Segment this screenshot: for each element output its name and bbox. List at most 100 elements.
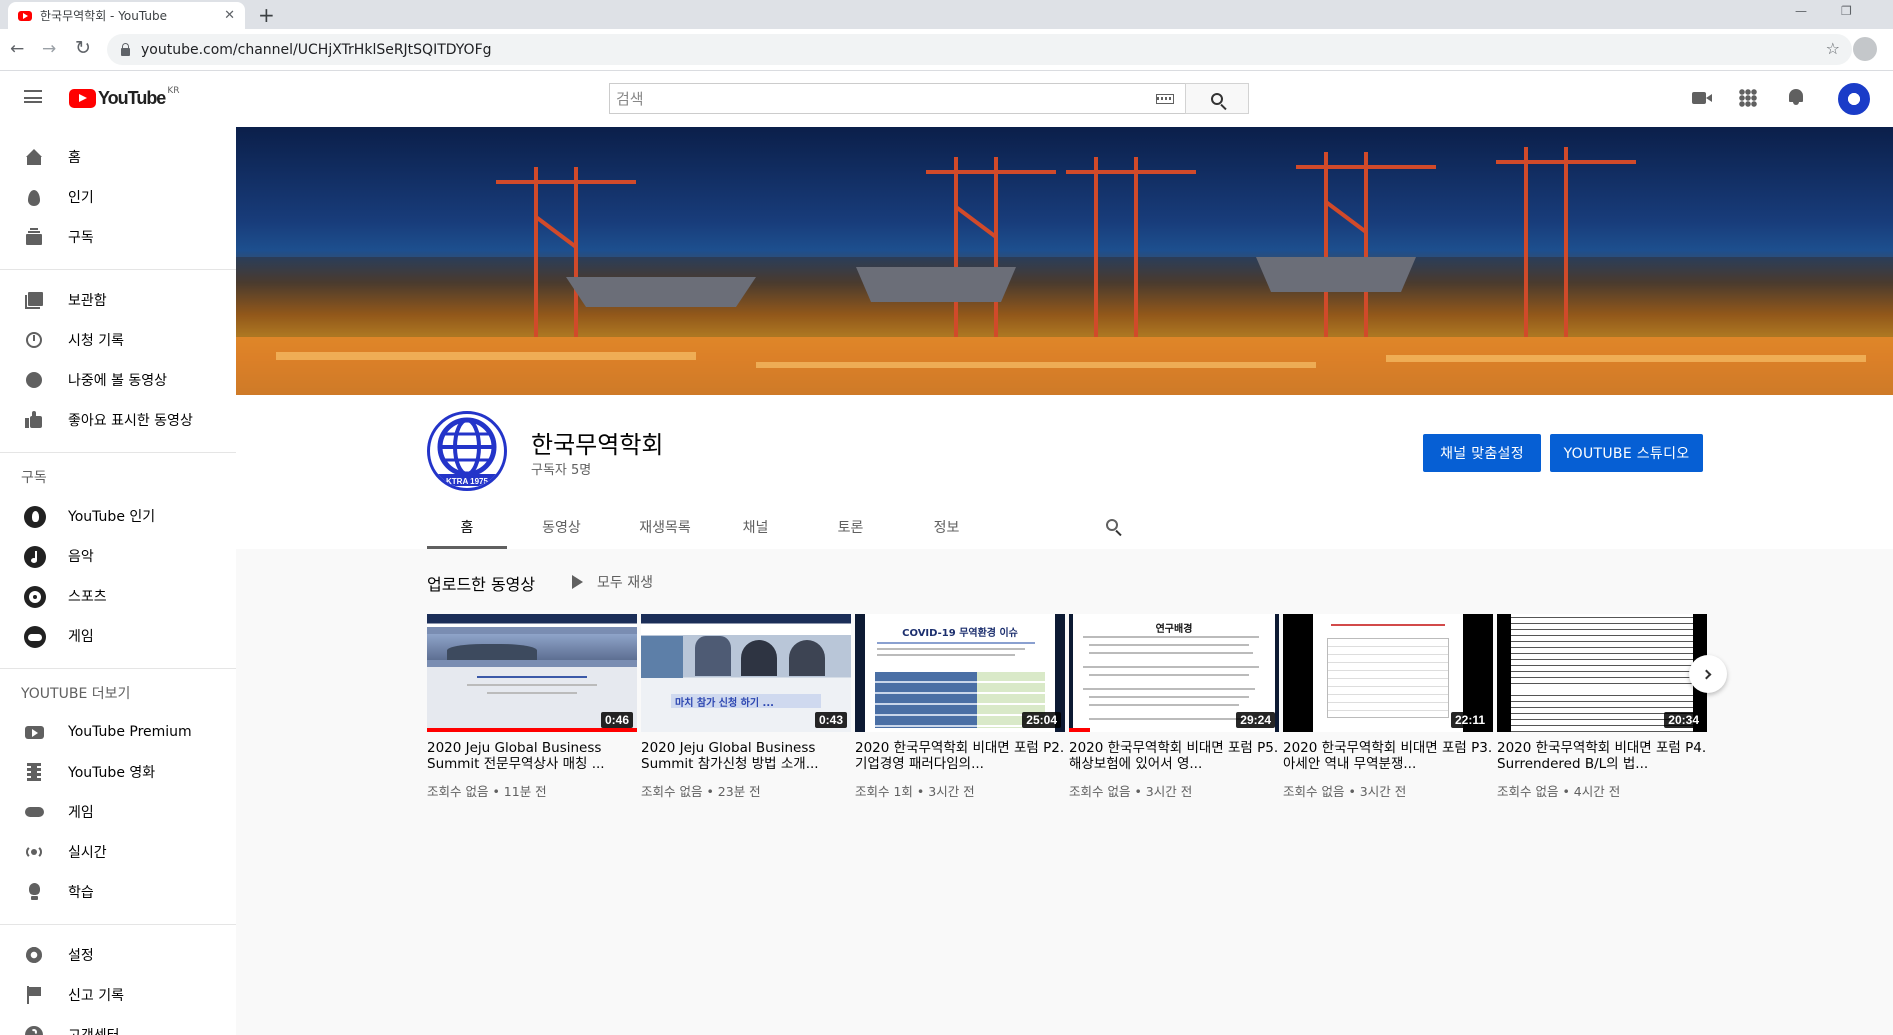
new-tab-button[interactable]: +: [258, 3, 275, 27]
help-icon: [24, 1025, 44, 1035]
video-card[interactable]: 20:34 2020 한국무역학회 비대면 포럼 P4. Surrendered…: [1497, 614, 1707, 800]
video-thumbnail[interactable]: COVID-19 무역환경 이슈 25:04: [855, 614, 1065, 732]
close-tab-icon[interactable]: ✕: [224, 8, 235, 23]
forward-arrow-icon[interactable]: →: [42, 39, 56, 59]
video-title[interactable]: 2020 한국무역학회 비대면 포럼 P2. 기업경영 패러다임의...: [855, 740, 1065, 772]
video-card[interactable]: 0:46 2020 Jeju Global Business Summit 전문…: [427, 614, 637, 800]
channel-search-icon[interactable]: [1106, 519, 1118, 531]
sidebar-item-history[interactable]: 시청 기록: [0, 320, 236, 360]
video-duration: 25:04: [1022, 712, 1061, 728]
sidebar-item-music[interactable]: 음악: [0, 536, 236, 576]
sidebar-item-liked-videos[interactable]: 좋아요 표시한 동영상: [0, 400, 236, 440]
reload-icon[interactable]: ↻: [75, 37, 91, 59]
play-all-button[interactable]: 모두 재생: [572, 572, 653, 592]
search-button[interactable]: [1185, 83, 1249, 114]
sidebar-item-trending[interactable]: 인기: [0, 177, 236, 217]
browser-tab[interactable]: 한국무역학회 - YouTube ✕: [8, 2, 245, 29]
youtube-studio-button[interactable]: YOUTUBE 스튜디오: [1550, 434, 1703, 472]
address-bar[interactable]: youtube.com/channel/UCHjXTrHklSeRJtSQITD…: [107, 34, 1852, 65]
video-thumbnail[interactable]: 20:34: [1497, 614, 1707, 732]
video-meta: 조회수 1회 • 3시간 전: [855, 784, 975, 799]
tab-videos[interactable]: 동영상: [507, 505, 616, 549]
browser-tab-title: 한국무역학회 - YouTube: [40, 9, 167, 23]
video-title[interactable]: 2020 Jeju Global Business Summit 전문무역상사 …: [427, 740, 637, 772]
video-thumbnail[interactable]: 0:46: [427, 614, 637, 732]
video-thumbnail[interactable]: 마치 참가 신청 하기 ... 0:43: [641, 614, 851, 732]
shelf-title: 업로드한 동영상: [427, 575, 536, 594]
sports-icon: [24, 586, 46, 608]
customize-channel-button[interactable]: 채널 맞춤설정: [1423, 434, 1541, 472]
sidebar-divider: [0, 668, 236, 669]
trending-icon: [24, 187, 44, 207]
video-thumbnail[interactable]: 연구배경 29:24: [1069, 614, 1279, 732]
youtube-logo[interactable]: YouTube KR: [69, 85, 180, 109]
keyboard-icon[interactable]: [1156, 93, 1174, 104]
account-avatar[interactable]: [1838, 83, 1870, 115]
video-card[interactable]: 22:11 2020 한국무역학회 비대면 포럼 P3. 아세안 역내 무역분쟁…: [1283, 614, 1493, 800]
search-box: [609, 83, 1186, 114]
browser-tab-bar: 한국무역학회 - YouTube ✕ + — ❐: [0, 0, 1893, 29]
tab-about[interactable]: 정보: [904, 505, 989, 549]
sidebar-more-heading: YOUTUBE 더보기: [21, 686, 131, 702]
apps-grid-icon[interactable]: [1739, 89, 1757, 107]
tab-channels[interactable]: 채널: [714, 505, 797, 549]
sidebar-item-watch-later[interactable]: 나중에 볼 동영상: [0, 360, 236, 400]
sidebar-item-settings[interactable]: 설정: [0, 935, 236, 975]
video-title[interactable]: 2020 한국무역학회 비대면 포럼 P4. Surrendered B/L의 …: [1497, 740, 1707, 772]
music-icon: [24, 546, 46, 568]
tab-discussion[interactable]: 토론: [797, 505, 904, 549]
search-icon: [1211, 92, 1223, 105]
youtube-favicon-icon: [18, 10, 32, 21]
video-title[interactable]: 2020 Jeju Global Business Summit 참가신청 방법…: [641, 740, 851, 772]
video-duration: 0:43: [814, 712, 847, 728]
menu-icon[interactable]: [24, 90, 42, 103]
library-icon: [24, 290, 44, 310]
gaming-icon: [24, 802, 44, 822]
video-card[interactable]: 연구배경 29:24 2020 한국무역학회 비대면 포럼 P5. 해상보험에 …: [1069, 614, 1279, 800]
video-thumbnail[interactable]: 22:11: [1283, 614, 1493, 732]
sidebar-item-gaming[interactable]: 게임: [0, 616, 236, 656]
sidebar-item-help[interactable]: 고객센터: [0, 1015, 236, 1035]
sidebar-item-subscriptions[interactable]: 구독: [0, 217, 236, 257]
sidebar-item-gaming-more[interactable]: 게임: [0, 792, 236, 832]
back-arrow-icon[interactable]: ←: [10, 39, 24, 59]
address-url[interactable]: youtube.com/channel/UCHjXTrHklSeRJtSQITD…: [141, 42, 492, 58]
sidebar-item-learning[interactable]: 학습: [0, 872, 236, 912]
create-video-icon[interactable]: [1692, 92, 1712, 104]
sidebar-item-premium[interactable]: YouTube Premium: [0, 712, 236, 752]
premium-icon: [24, 722, 44, 742]
video-title[interactable]: 2020 한국무역학회 비대면 포럼 P5. 해상보험에 있어서 영...: [1069, 740, 1279, 772]
tab-home[interactable]: 홈: [427, 505, 507, 549]
notifications-bell-icon[interactable]: [1788, 88, 1804, 105]
video-meta: 조회수 없음 • 11분 전: [427, 784, 547, 799]
video-card[interactable]: COVID-19 무역환경 이슈 25:04 2020 한국무역학회 비대면 포…: [855, 614, 1065, 800]
subscriptions-icon: [24, 227, 44, 247]
sidebar-item-home[interactable]: 홈: [0, 137, 236, 177]
bookmark-star-icon[interactable]: ☆: [1826, 39, 1840, 58]
video-title[interactable]: 2020 한국무역학회 비대면 포럼 P3. 아세안 역내 무역분쟁...: [1283, 740, 1493, 772]
sidebar-item-live[interactable]: 실시간: [0, 832, 236, 872]
video-card[interactable]: 마치 참가 신청 하기 ... 0:43 2020 Jeju Global Bu…: [641, 614, 851, 800]
tab-playlists[interactable]: 재생목록: [616, 505, 714, 549]
search-input[interactable]: [610, 84, 1156, 113]
minimize-window-icon[interactable]: —: [1795, 4, 1807, 18]
subscriber-count: 구독자 5명: [531, 463, 592, 478]
channel-avatar[interactable]: KTRA 1975: [427, 411, 507, 491]
sidebar-item-sports[interactable]: 스포츠: [0, 576, 236, 616]
port-cranes-illustration: [236, 147, 1893, 395]
gaming-icon: [24, 626, 46, 648]
lock-icon: [121, 42, 130, 56]
sidebar-item-movies[interactable]: YouTube 영화: [0, 752, 236, 792]
video-meta: 조회수 없음 • 23분 전: [641, 784, 761, 799]
channel-banner: [236, 127, 1893, 395]
region-code: KR: [167, 85, 180, 96]
channel-header: KTRA 1975 한국무역학회 구독자 5명 채널 맞춤설정 YOUTUBE …: [236, 395, 1893, 549]
sidebar-item-library[interactable]: 보관함: [0, 280, 236, 320]
restore-window-icon[interactable]: ❐: [1841, 4, 1852, 18]
sidebar-item-report-history[interactable]: 신고 기록: [0, 975, 236, 1015]
browser-profile-icon[interactable]: [1853, 37, 1877, 61]
sidebar-subscriptions-heading: 구독: [21, 470, 47, 486]
sidebar-item-youtube-popular[interactable]: YouTube 인기: [0, 496, 236, 536]
shelf-next-button[interactable]: [1689, 655, 1727, 693]
sidebar-divider: [0, 452, 236, 453]
